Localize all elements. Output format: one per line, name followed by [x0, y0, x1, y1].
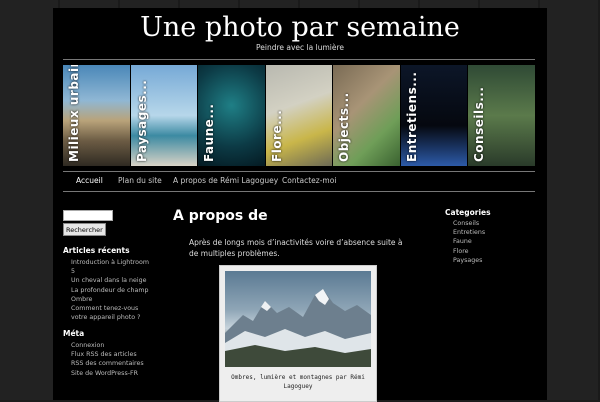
banner-tile-entretiens[interactable]: Entretiens... [400, 65, 468, 166]
banner-label: Paysages... [134, 79, 149, 162]
nav-bottom-divider [63, 191, 535, 192]
recent-post-link[interactable]: votre appareil photo ? [71, 313, 157, 322]
site-description: Peindre avec la lumière [256, 43, 344, 52]
site-title[interactable]: Une photo par semaine [53, 12, 547, 43]
mountain-illustration [225, 289, 371, 367]
category-link[interactable]: Entretiens [453, 228, 533, 237]
recent-post-link[interactable]: Un cheval dans la neige [71, 276, 157, 285]
category-link[interactable]: Flore [453, 247, 533, 256]
nav-top-divider [63, 171, 535, 172]
banner-label: Milieux urbains... [67, 65, 81, 162]
banner-tile-conseils[interactable]: Conseils... [468, 65, 536, 166]
categories-list: Conseils Entretiens Faune Flore Paysages [453, 219, 533, 265]
banner-tile-paysages[interactable]: Paysages... [130, 65, 198, 166]
category-link[interactable]: Paysages [453, 256, 533, 265]
header-divider [63, 59, 535, 60]
category-link[interactable]: Conseils [453, 219, 533, 228]
banner-label: Flore... [269, 109, 284, 162]
recent-post-link[interactable]: La profondeur de champ [71, 286, 157, 295]
nav-item-a-propos[interactable]: A propos de Rémi Lagoguey [173, 176, 278, 185]
banner-tile-urbains[interactable]: Milieux urbains... [63, 65, 130, 166]
nav-item-plan[interactable]: Plan du site [118, 176, 162, 185]
banner-tile-faune[interactable]: Faune... [198, 65, 265, 166]
meta-link-wordpress[interactable]: Site de WordPress-FR [71, 369, 157, 378]
banner-tile-flore[interactable]: Flore... [265, 65, 333, 166]
recent-posts-title: Articles récents [63, 246, 130, 255]
page-title: A propos de [173, 208, 268, 224]
category-banner: Milieux urbains... Paysages... Faune... … [63, 65, 536, 166]
meta-link-rss-comments[interactable]: RSS des commentaires [71, 359, 157, 368]
banner-label: Objects... [337, 92, 352, 162]
recent-post-link[interactable]: Introduction à Lightroom [71, 258, 157, 267]
nav-item-accueil[interactable]: Accueil [76, 176, 103, 185]
category-link[interactable]: Faune [453, 237, 533, 246]
meta-link-connexion[interactable]: Connexion [71, 341, 157, 350]
banner-tile-objects[interactable]: Objects... [333, 65, 400, 166]
search-button[interactable]: Rechercher [63, 223, 106, 236]
recent-post-link[interactable]: Ombre [71, 295, 157, 304]
photo-caption: Ombres, lumière et montagnes par Rémi La… [231, 374, 365, 390]
main-nav: Accueil Plan du site A propos de Rémi La… [63, 176, 535, 190]
banner-label: Entretiens... [404, 71, 419, 162]
mountain-photo[interactable] [225, 271, 371, 367]
meta-list: Connexion Flux RSS des articles RSS des … [71, 341, 157, 378]
photo-figure: Ombres, lumière et montagnes par Rémi La… [219, 265, 377, 402]
post-paragraph: Après de longs mois d’inactivités voire … [189, 238, 403, 258]
recent-post-link[interactable]: 5 [71, 267, 157, 276]
page-container: Une photo par semaine Peindre avec la lu… [53, 8, 547, 402]
meta-link-rss-articles[interactable]: Flux RSS des articles [71, 350, 157, 359]
recent-posts-list: Introduction à Lightroom 5 Un cheval dan… [71, 258, 157, 322]
banner-label: Faune... [202, 103, 217, 163]
categories-title: Categories [445, 208, 491, 217]
recent-post-link[interactable]: Comment tenez-vous [71, 304, 157, 313]
nav-item-contact[interactable]: Contactez-moi [282, 176, 336, 185]
meta-title: Méta [63, 329, 85, 338]
search-input[interactable] [63, 210, 113, 221]
banner-label: Conseils... [472, 86, 487, 162]
